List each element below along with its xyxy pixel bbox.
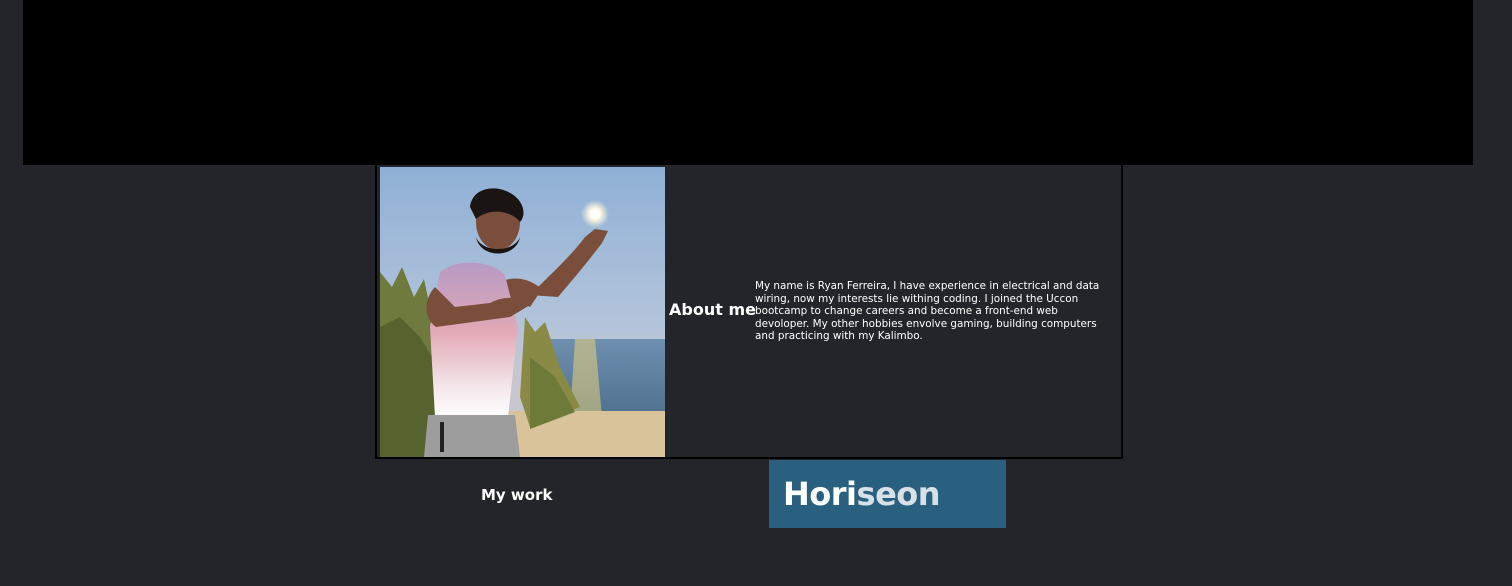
- horiseon-project-link[interactable]: Horiseon: [769, 460, 1006, 528]
- about-section: About me My name is Ryan Ferreira, I hav…: [375, 165, 1123, 459]
- brand-part-2: seon: [856, 475, 941, 513]
- about-heading: About me: [669, 300, 756, 319]
- my-work-heading: My work: [481, 486, 553, 504]
- about-description: My name is Ryan Ferreira, I have experie…: [755, 280, 1100, 343]
- portfolio-page: About me My name is Ryan Ferreira, I hav…: [0, 0, 1512, 586]
- hero-banner: [23, 0, 1473, 165]
- horiseon-logo-text: Horiseon: [783, 475, 941, 513]
- profile-photo: [380, 167, 665, 457]
- brand-part-1: Hori: [783, 475, 857, 513]
